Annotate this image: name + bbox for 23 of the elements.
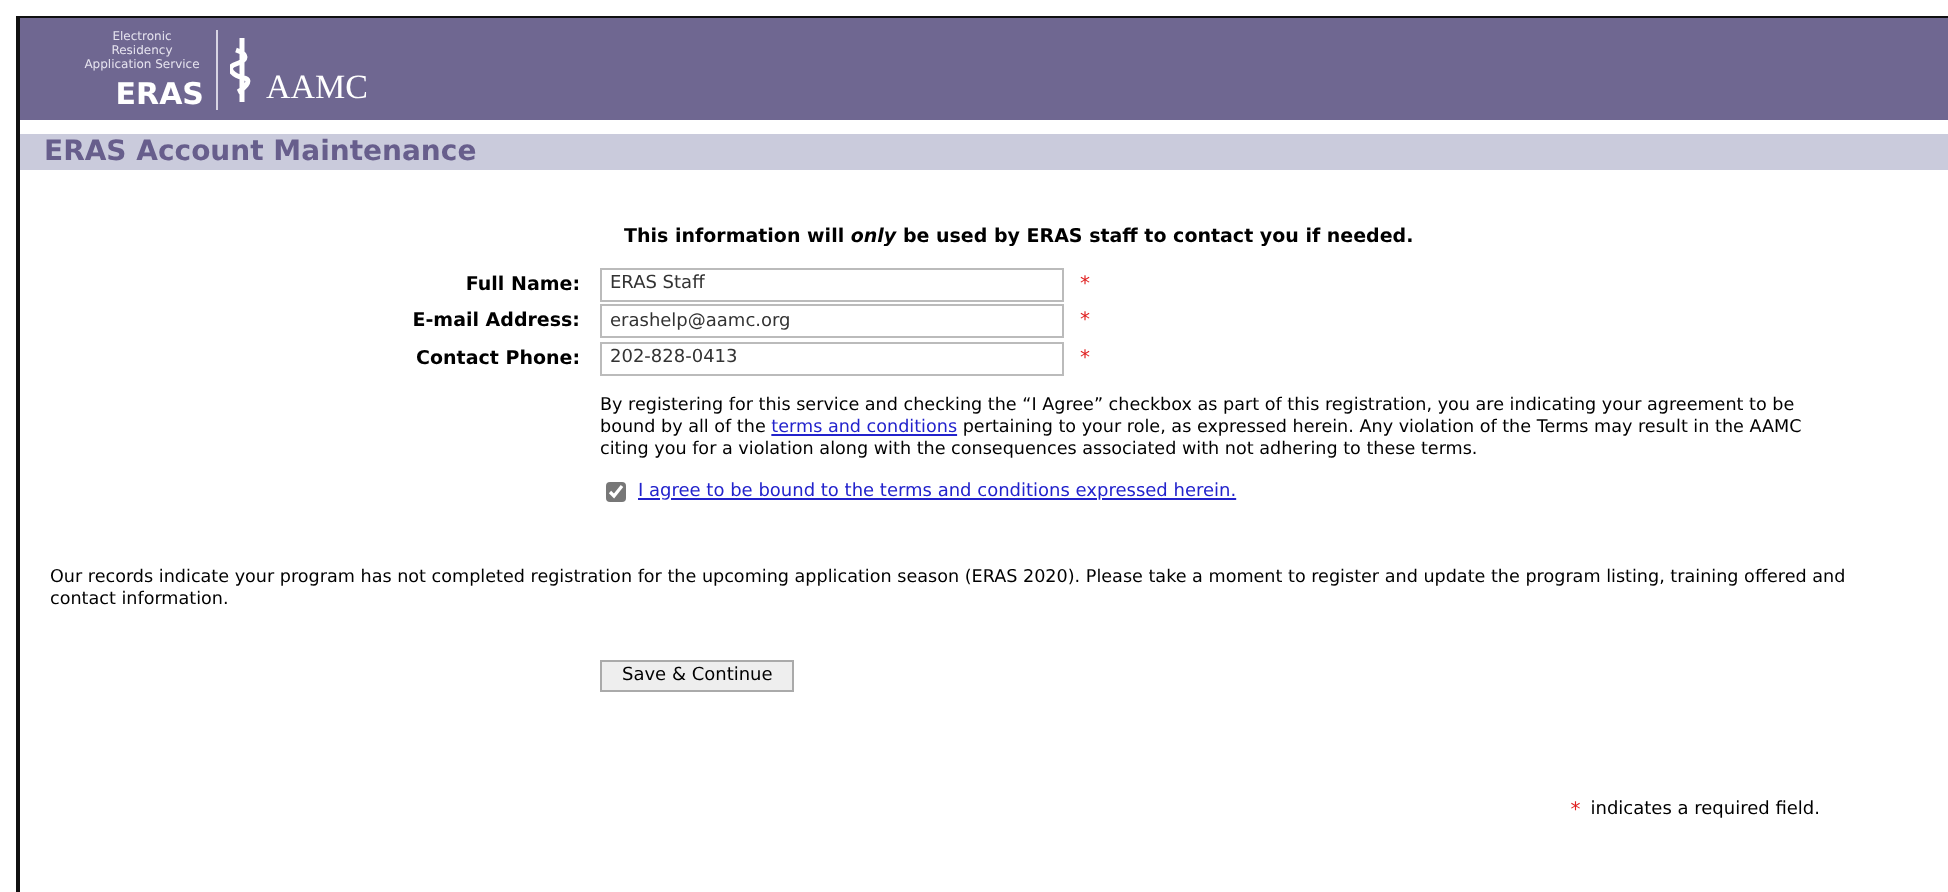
page-title: ERAS Account Maintenance <box>20 134 1948 170</box>
required-mark: * <box>1080 273 1090 296</box>
logo-name: ERAS <box>115 79 204 109</box>
terms-link[interactable]: terms and conditions <box>771 417 958 437</box>
field-label: Full Name: <box>463 273 582 296</box>
required-mark: * <box>1080 310 1090 333</box>
caduceus-icon <box>230 33 254 105</box>
required-note: indicates a required field. <box>1590 799 1820 821</box>
required-mark: * <box>1080 347 1090 370</box>
intro-text: This information will only be used by ERAS staff to contact you if needed. <box>622 226 1416 248</box>
logo-divider <box>216 29 218 109</box>
terms-text: By registering for this service and checking the “I Agree” checkbox as part of this registration, you are indicating your agreement to be bound by all of the terms and conditions pertaining to your role, as expressed herein. Any violation of the Terms may result in the AAMC citing you for a violation along with the consequences associated with not adhering to these terms. <box>600 395 1804 461</box>
input-field[interactable]: 202-828-0413 <box>600 341 1064 376</box>
input-field[interactable]: erashelp@aamc.org <box>600 304 1064 339</box>
required-mark: * <box>1570 799 1581 821</box>
save-button[interactable]: Save & Continue <box>600 659 795 691</box>
field-label: E-mail Address: <box>410 310 582 333</box>
agree-checkbox[interactable] <box>606 481 626 501</box>
field-label: Contact Phone: <box>414 347 582 370</box>
notice-text: Our records indicate your program has not completed registration for the upcoming application season (ERAS 2020). Please take a moment to register and update the program listing, training offered and contact information. <box>50 567 1848 611</box>
logo-org: AAMC <box>266 67 369 107</box>
input-field[interactable]: ERAS Staff <box>600 267 1064 302</box>
agree-link[interactable]: I agree to be bound to the terms and conditions expressed herein. <box>638 481 1237 501</box>
